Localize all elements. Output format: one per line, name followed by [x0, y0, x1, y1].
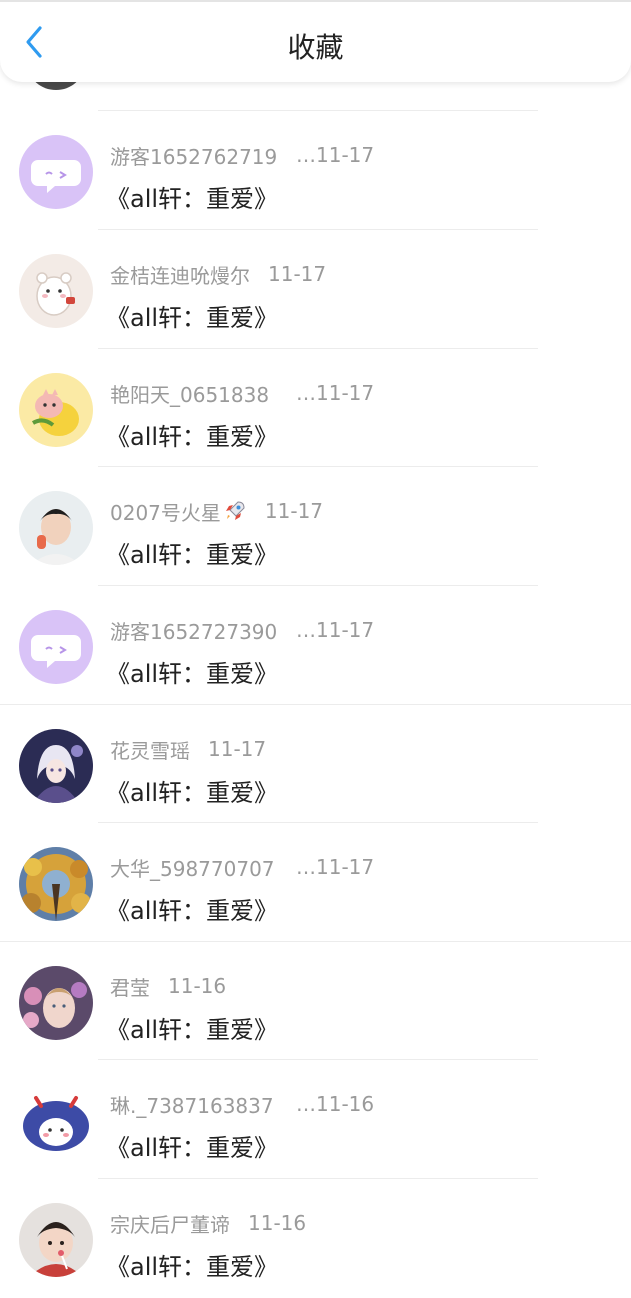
avatar[interactable] — [19, 1084, 93, 1158]
ellipsis: … — [296, 143, 316, 167]
user-name[interactable]: 游客1652727390 — [110, 616, 296, 645]
avatar[interactable] — [19, 1203, 93, 1277]
work-title[interactable]: 《all轩：重爱》 — [106, 654, 278, 689]
avatar[interactable] — [19, 966, 93, 1040]
work-title[interactable]: 《all轩：重爱》 — [106, 179, 278, 214]
divider — [98, 229, 538, 230]
list-item[interactable]: 君莹 11-16 《all轩：重爱》 — [0, 943, 631, 1061]
work-title[interactable]: 《all轩：重爱》 — [106, 1010, 278, 1045]
list-item[interactable]: 金桔连迪吮熳尔 11-17 《all轩：重爱》 — [0, 231, 631, 349]
nav-header: 收藏 — [0, 0, 631, 82]
list-item[interactable]: 游客1652762719… 11-17 《all轩：重爱》 — [0, 112, 631, 230]
item-date: 11-16 — [168, 974, 227, 998]
work-title[interactable]: 《all轩：重爱》 — [106, 773, 278, 808]
item-date: 11-17 — [316, 618, 375, 642]
item-meta: 游客1652727390… 11-17 — [110, 616, 375, 645]
avatar[interactable] — [19, 729, 93, 803]
item-date: 11-17 — [316, 381, 375, 405]
rocket-icon — [223, 499, 247, 523]
list-item[interactable]: 花灵雪瑶 11-17 《all轩：重爱》 — [0, 706, 631, 824]
avatar[interactable] — [19, 135, 93, 209]
user-name[interactable]: 琳._7387163837 — [110, 1090, 296, 1119]
avatar[interactable] — [19, 254, 93, 328]
avatar[interactable] — [19, 491, 93, 565]
divider — [98, 466, 538, 467]
item-date: 11-17 — [268, 262, 327, 286]
work-title[interactable]: 《all轩：重爱》 — [106, 298, 278, 333]
ellipsis: … — [296, 381, 316, 405]
user-name[interactable]: 0207号火星 — [110, 497, 221, 526]
avatar[interactable] — [19, 610, 93, 684]
list-item[interactable]: 游客1652727390… 11-17 《all轩：重爱》 — [0, 587, 631, 705]
user-name[interactable]: 大华_598770707 — [110, 853, 296, 882]
work-title[interactable]: 《all轩：重爱》 — [106, 535, 278, 570]
list-item[interactable]: 大华_598770707… 11-17 《all轩：重爱》 — [0, 824, 631, 942]
user-name[interactable]: 金桔连迪吮熳尔 — [110, 260, 250, 289]
avatar[interactable] — [19, 373, 93, 447]
item-meta: 艳阳天_0651838… 11-17 — [110, 379, 375, 408]
divider — [0, 941, 631, 942]
item-date: 11-17 — [264, 499, 324, 523]
page-title: 收藏 — [287, 31, 344, 64]
work-title[interactable]: 《all轩：重爱》 — [106, 891, 278, 926]
item-meta: 宗庆后尸董谛 11-16 — [110, 1209, 307, 1238]
item-meta: 0207号火星 11-17 — [110, 497, 324, 526]
ellipsis: … — [296, 618, 316, 642]
item-date: 11-17 — [316, 855, 375, 879]
divider — [98, 822, 538, 823]
list-item[interactable]: 0207号火星 11-17 《all轩：重爱》 — [0, 468, 631, 586]
user-name[interactable]: 艳阳天_0651838 — [110, 379, 296, 408]
item-meta: 大华_598770707… 11-17 — [110, 853, 375, 882]
work-title[interactable]: 《all轩：重爱》 — [106, 417, 278, 452]
item-date: 11-17 — [316, 143, 375, 167]
item-meta: 君莹 11-16 — [110, 972, 227, 1001]
user-name[interactable]: 游客1652762719 — [110, 141, 296, 170]
user-name[interactable]: 君莹 — [110, 972, 150, 1001]
user-name[interactable]: 宗庆后尸董谛 — [110, 1209, 230, 1238]
item-meta: 琳._7387163837… 11-16 — [110, 1090, 375, 1119]
divider — [98, 585, 538, 586]
item-date: 11-16 — [316, 1092, 375, 1116]
divider — [98, 1178, 538, 1179]
divider — [98, 1059, 538, 1060]
work-title[interactable]: 《all轩：重爱》 — [106, 1247, 278, 1282]
item-meta: 金桔连迪吮熳尔 11-17 — [110, 260, 327, 289]
divider — [98, 110, 538, 111]
item-date: 11-17 — [208, 737, 267, 761]
work-title[interactable]: 《all轩：重爱》 — [106, 1128, 278, 1163]
item-date: 11-16 — [248, 1211, 307, 1235]
list-item[interactable]: 艳阳天_0651838… 11-17 《all轩：重爱》 — [0, 350, 631, 468]
divider — [98, 348, 538, 349]
item-meta: 花灵雪瑶 11-17 — [110, 735, 267, 764]
list-item[interactable]: 宗庆后尸董谛 11-16 《all轩：重爱》 — [0, 1180, 631, 1298]
list-item[interactable]: 琳._7387163837… 11-16 《all轩：重爱》 — [0, 1061, 631, 1179]
ellipsis: … — [296, 855, 316, 879]
divider — [0, 704, 631, 705]
item-meta: 游客1652762719… 11-17 — [110, 141, 375, 170]
avatar[interactable] — [19, 847, 93, 921]
ellipsis: … — [296, 1092, 316, 1116]
user-name[interactable]: 花灵雪瑶 — [110, 735, 190, 764]
